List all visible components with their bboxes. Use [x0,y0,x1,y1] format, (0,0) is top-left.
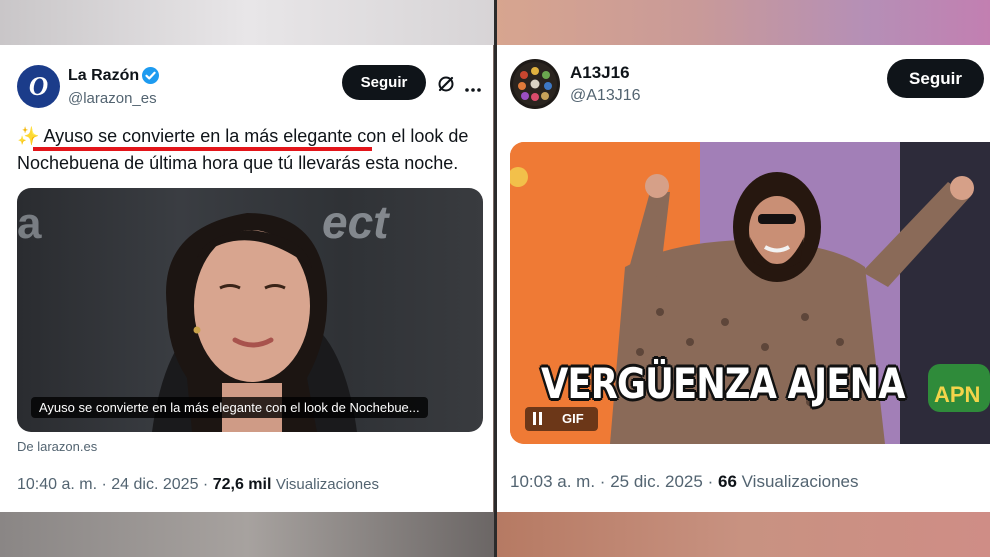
background-blur-top-right [497,0,990,45]
svg-text:ect: ect [322,196,390,248]
tweet-date[interactable]: 25 dic. 2025 [610,472,703,491]
author-name[interactable]: La Razón [68,67,139,85]
meta-separator: · [202,476,209,493]
more-options-icon[interactable] [464,80,482,92]
tweet-card-larazon: O La Razón @larazon_es Seguir ✨ Ayuso se… [0,45,493,512]
tweet-meta: 10:40 a. m. · 24 dic. 2025 · 72,6 mil Vi… [17,476,379,494]
author-name[interactable]: A13J16 [570,63,630,83]
gif-media[interactable]: VERGÜENZA AJENA APN GIF [510,142,990,444]
svg-text:a: a [17,199,42,248]
gif-badge: GIF [562,411,584,426]
tweet-time[interactable]: 10:03 a. m. [510,472,595,491]
views-count: 66 [717,472,737,491]
sparkles-emoji: ✨ [17,126,40,146]
background-blur-bottom-left [0,512,495,557]
tweet-time[interactable]: 10:40 a. m. [17,476,97,493]
tweet-text-highlight: Ayuso se convierte en la más elegante [43,126,353,146]
pause-icon[interactable] [532,412,543,425]
larazon-avatar[interactable]: O [17,65,60,108]
grok-icon[interactable] [435,73,457,95]
follow-button[interactable]: Seguir [342,65,426,100]
tweet-card-a13j16: A13J16 @A13J16 Seguir VERGÜENZA AJENA AP… [497,45,990,512]
views-label: Visualizaciones [275,476,379,493]
a13j16-avatar[interactable] [510,59,560,109]
meta-separator: · [599,472,606,491]
verified-badge-icon [142,67,159,84]
article-image[interactable]: a ect Ayuso se convierte en la más elega… [17,188,483,432]
background-blur-top-left [0,0,495,45]
tweet-text-line2: Nochebuena de última hora que tú llevará… [17,153,459,173]
link-source[interactable]: De larazon.es [17,439,97,454]
tweet-date[interactable]: 24 dic. 2025 [111,476,198,493]
views-label: Visualizaciones [741,472,859,491]
woman-portrait-illustration: a ect [17,196,390,432]
views-count: 72,6 mil [212,476,272,493]
red-underline-annotation [33,147,372,151]
author-handle[interactable]: @larazon_es [68,90,157,107]
author-handle[interactable]: @A13J16 [570,87,641,105]
corner-logo: APN [934,382,981,407]
image-overlay-caption: Ayuso se convierte en la más elegante co… [31,397,428,418]
avatar-letter: O [28,71,49,101]
meta-separator: · [707,472,714,491]
gif-controls: GIF [525,407,598,431]
meta-separator: · [101,476,107,493]
tweet-meta: 10:03 a. m. · 25 dic. 2025 · 66 Visualiz… [510,472,859,492]
tweet-text-line1-rest: con el look de [352,126,469,146]
background-blur-bottom-right [497,512,990,557]
gif-caption-text: VERGÜENZA AJENA [541,359,906,408]
follow-button[interactable]: Seguir [887,59,984,98]
